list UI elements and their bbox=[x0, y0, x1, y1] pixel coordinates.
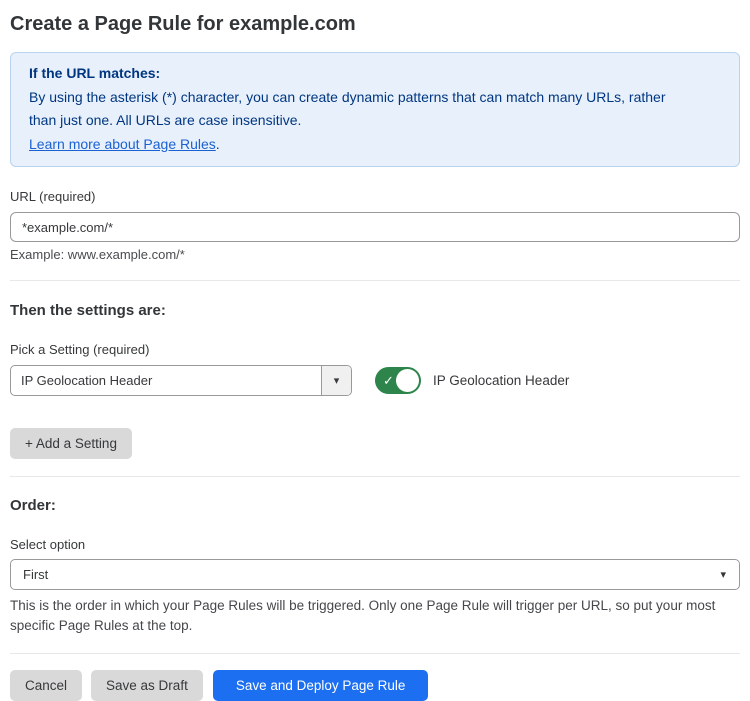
divider bbox=[10, 476, 740, 477]
setting-picker-label: Pick a Setting (required) bbox=[10, 342, 740, 358]
save-and-deploy-button[interactable]: Save and Deploy Page Rule bbox=[213, 670, 429, 701]
toggle-knob bbox=[396, 369, 419, 392]
toggle-label: IP Geolocation Header bbox=[433, 373, 569, 388]
learn-more-link[interactable]: Learn more about Page Rules bbox=[29, 136, 216, 152]
order-select-label: Select option bbox=[10, 537, 740, 553]
page-rule-form: Create a Page Rule for example.com If th… bbox=[0, 12, 750, 701]
url-input[interactable] bbox=[10, 212, 740, 242]
setting-select-value: IP Geolocation Header bbox=[11, 373, 321, 388]
add-setting-button[interactable]: + Add a Setting bbox=[10, 428, 132, 459]
divider bbox=[10, 280, 740, 281]
url-match-info-box: If the URL matches: By using the asteris… bbox=[10, 52, 740, 167]
save-as-draft-button[interactable]: Save as Draft bbox=[91, 670, 203, 701]
setting-select[interactable]: IP Geolocation Header ▾ bbox=[10, 365, 352, 396]
order-helper-text: This is the order in which your Page Rul… bbox=[10, 596, 740, 636]
chevron-down-icon[interactable]: ▾ bbox=[321, 366, 351, 395]
check-icon: ✓ bbox=[383, 374, 394, 387]
ip-geolocation-toggle[interactable]: ✓ bbox=[375, 367, 421, 394]
info-box-heading: If the URL matches: bbox=[29, 62, 721, 86]
page-title: Create a Page Rule for example.com bbox=[10, 12, 740, 36]
url-field-label: URL (required) bbox=[10, 189, 740, 205]
setting-row: IP Geolocation Header ▾ ✓ IP Geolocation… bbox=[10, 365, 740, 396]
order-select-value: First bbox=[23, 567, 48, 582]
settings-section-heading: Then the settings are: bbox=[10, 302, 740, 320]
footer-actions: Cancel Save as Draft Save and Deploy Pag… bbox=[10, 670, 740, 701]
cancel-button[interactable]: Cancel bbox=[10, 670, 82, 701]
url-example-helper: Example: www.example.com/* bbox=[10, 247, 740, 263]
info-box-body: By using the asterisk (*) character, you… bbox=[29, 86, 684, 133]
info-box-link-line: Learn more about Page Rules. bbox=[29, 133, 721, 157]
dropdown-arrow-glyph: ▾ bbox=[334, 374, 340, 387]
link-suffix: . bbox=[216, 136, 220, 152]
order-section-heading: Order: bbox=[10, 497, 740, 515]
divider bbox=[10, 653, 740, 654]
order-select[interactable]: First ▾ bbox=[10, 559, 740, 590]
caret-down-icon: ▾ bbox=[720, 568, 726, 581]
